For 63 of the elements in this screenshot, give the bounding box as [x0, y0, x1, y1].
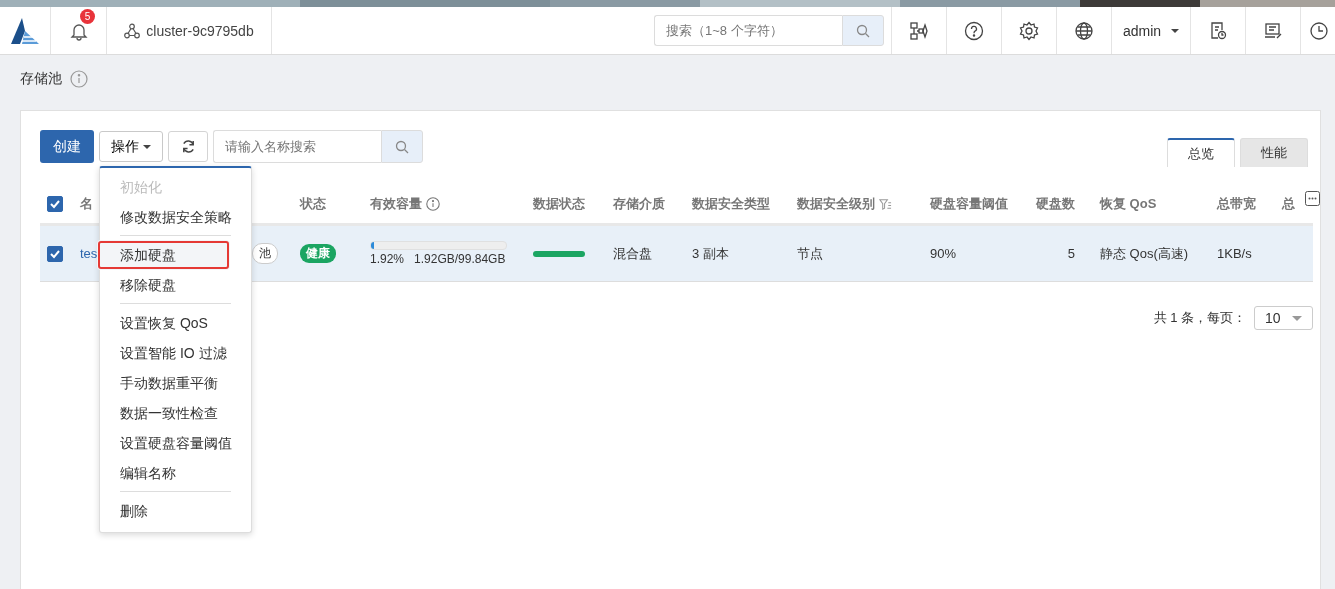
menu-item[interactable]: 数据一致性检查: [100, 398, 251, 428]
column-header: 数据状态: [533, 195, 585, 213]
column-header: 硬盘数: [1036, 195, 1075, 213]
menu-item[interactable]: 设置智能 IO 过滤: [100, 338, 251, 368]
page-title: 存储池: [20, 70, 62, 88]
column-settings-icon[interactable]: [1305, 191, 1320, 206]
select-all-checkbox[interactable]: [47, 196, 63, 212]
filter-icon[interactable]: [879, 197, 892, 211]
table-cell: 3 副本: [692, 244, 729, 263]
pool-name-link[interactable]: tes: [80, 246, 98, 261]
create-button[interactable]: 创建: [40, 130, 94, 163]
menu-item[interactable]: 设置硬盘容量阈值: [100, 428, 251, 458]
capacity-reading: 1.92GB/99.84GB: [414, 252, 506, 266]
refresh-icon: [180, 139, 196, 154]
column-header: 恢复 QoS: [1100, 195, 1157, 213]
column-header: 数据安全类型: [692, 195, 770, 213]
menu-item[interactable]: 手动数据重平衡: [100, 368, 251, 398]
notification-badge: 5: [80, 9, 95, 24]
clock-icon[interactable]: [1309, 20, 1329, 41]
menu-item[interactable]: 添加硬盘: [97, 240, 230, 270]
logo-icon[interactable]: [10, 16, 40, 45]
cluster-icon: [124, 22, 141, 39]
info-icon[interactable]: [426, 197, 440, 211]
help-icon[interactable]: [964, 20, 984, 41]
capacity-percent: 1.92%: [370, 252, 405, 266]
column-header: 硬盘容量阈值: [930, 195, 1008, 213]
table-cell: 静态 Qos(高速): [1100, 244, 1189, 263]
search-icon: [856, 23, 870, 38]
table-cell: 90%: [930, 246, 957, 261]
cluster-name[interactable]: cluster-9c9795db: [146, 22, 254, 39]
settings-icon[interactable]: [1019, 20, 1039, 41]
name-search-field[interactable]: 请输入名称搜索: [213, 130, 381, 163]
data-status-bar: [533, 250, 585, 257]
row-checkbox[interactable]: [47, 245, 63, 262]
menu-item[interactable]: 编辑名称: [100, 458, 251, 488]
tab[interactable]: 性能: [1240, 138, 1308, 167]
column-header: 总带宽: [1217, 195, 1256, 213]
search-icon: [395, 139, 409, 154]
column-header: 存储介质: [613, 195, 665, 213]
table-cell: 1KB/s: [1217, 246, 1252, 261]
column-header: 状态: [300, 195, 326, 213]
column-header: 数据安全级别: [797, 195, 875, 213]
status-tag: 健康: [300, 244, 336, 263]
tab[interactable]: 总览: [1167, 138, 1235, 167]
actions-dropdown-button[interactable]: 操作: [99, 131, 163, 162]
table-cell: 节点: [797, 244, 823, 263]
page-size-select[interactable]: 10: [1254, 306, 1313, 330]
menu-item[interactable]: 设置恢复 QoS: [100, 308, 251, 338]
menu-item[interactable]: 删除: [100, 496, 251, 526]
user-menu[interactable]: admin: [1111, 7, 1190, 54]
table-cell: 混合盘: [613, 244, 652, 263]
globe-icon[interactable]: [1074, 20, 1094, 41]
column-header: 名: [80, 195, 93, 213]
pool-tag: 池: [252, 243, 278, 264]
column-header: 有效容量: [370, 195, 422, 213]
topology-icon[interactable]: [909, 20, 929, 41]
report-icon[interactable]: [1263, 20, 1283, 41]
pagination-total: 共 1 条，每页：: [1153, 309, 1246, 327]
log-icon[interactable]: [1208, 20, 1228, 41]
refresh-button[interactable]: [168, 131, 208, 162]
table-cell: 5: [1067, 246, 1075, 261]
search-field[interactable]: 搜索（1~8 个字符）: [654, 15, 842, 46]
column-header: 总: [1282, 195, 1295, 213]
